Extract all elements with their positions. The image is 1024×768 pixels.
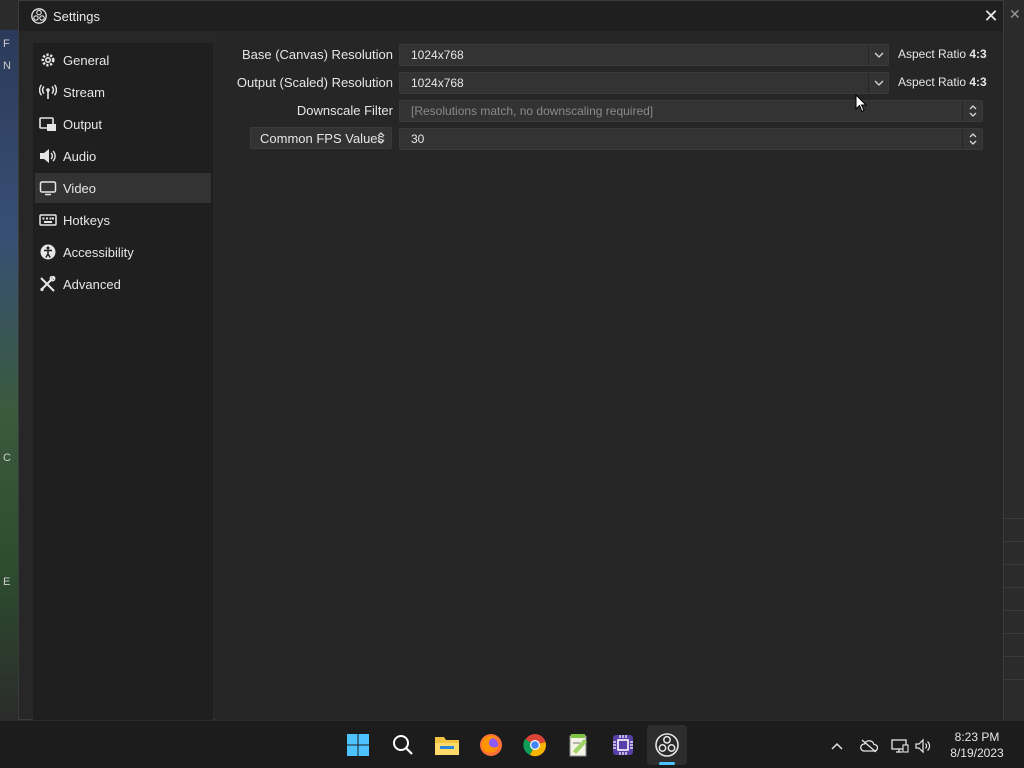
background-close-icon[interactable]: ✕ [1009,6,1021,23]
sidebar-item-general[interactable]: General [35,45,211,75]
base-resolution-value: 1024x768 [411,48,464,62]
chrome-icon[interactable] [521,731,549,759]
gear-icon [39,51,57,69]
antenna-icon [39,83,57,101]
sidebar-item-output[interactable]: Output [35,109,211,139]
background-edge-text: F [3,38,10,50]
taskbar: 8:23 PM 8/19/2023 [0,720,1024,768]
sidebar-item-label: Video [63,180,97,196]
volume-icon[interactable] [915,737,933,755]
chevron-up-icon[interactable] [828,737,846,755]
search-icon[interactable] [389,731,417,759]
background-edge-text: E [3,576,11,588]
background-row [1004,633,1024,656]
chevron-down-icon[interactable] [868,73,888,93]
window-title: Settings [53,9,100,24]
background-row [1004,610,1024,633]
obs-logo-icon [31,8,47,24]
accessibility-icon [39,243,57,261]
downscale-filter-value: [Resolutions match, no downscaling requi… [411,104,654,118]
output-resolution-combo[interactable]: 1024x768 [399,72,889,94]
close-icon[interactable]: ✕ [981,6,1001,26]
sidebar-item-audio[interactable]: Audio [35,141,211,171]
background-row [1004,679,1024,702]
sidebar-item-stream[interactable]: Stream [35,77,211,107]
sidebar-item-label: Audio [63,148,97,164]
settings-sidebar: General Stream Output Audio Video Hotkey… [33,43,213,721]
keyboard-icon [39,211,57,229]
sidebar-item-accessibility[interactable]: Accessibility [35,237,211,267]
background-row [1004,518,1024,541]
fps-type-select[interactable]: Common FPS Values [250,127,392,149]
downscale-filter-label: Downscale Filter [296,103,393,118]
firefox-icon[interactable] [477,731,505,759]
fps-value: 30 [411,132,425,146]
output-icon [39,115,57,133]
sidebar-item-label: Advanced [63,276,121,292]
title-bar: Settings ✕ [19,1,1003,31]
downscale-filter-select[interactable]: [Resolutions match, no downscaling requi… [399,100,983,122]
base-resolution-combo[interactable]: 1024x768 [399,44,889,66]
wrench-icon [39,275,57,293]
clock-date: 8/19/2023 [950,746,1004,760]
network-icon[interactable] [891,737,909,755]
background-row [1004,564,1024,587]
speaker-icon [39,147,57,165]
mouse-cursor-icon [855,93,868,116]
background-edge-text: N [3,60,11,72]
sidebar-item-label: General [63,52,110,68]
output-resolution-value: 1024x768 [411,76,464,90]
obs-icon[interactable] [653,731,681,759]
base-aspect-ratio: Aspect Ratio 4:3 [898,47,987,61]
sidebar-item-label: Hotkeys [63,212,110,228]
fps-type-value: Common FPS Values [260,131,385,146]
file-explorer-icon[interactable] [433,731,461,759]
cloud-offline-icon[interactable] [860,737,878,755]
updown-arrows-icon[interactable] [373,129,389,147]
clock-time: 8:23 PM [954,730,1000,744]
background-edge-text: C [3,452,11,464]
fps-value-select[interactable]: 30 [399,128,983,150]
updown-arrows-icon[interactable] [962,101,982,121]
base-resolution-label: Base (Canvas) Resolution [241,47,393,62]
system-clock[interactable]: 8:23 PM 8/19/2023 [942,729,1012,761]
windows-start-icon[interactable] [344,731,372,759]
cpu-z-icon[interactable] [609,731,637,759]
chevron-down-icon[interactable] [868,45,888,65]
updown-arrows-icon[interactable] [962,129,982,149]
output-aspect-ratio: Aspect Ratio 4:3 [898,75,987,89]
sidebar-item-video[interactable]: Video [35,173,211,203]
background-row [1004,656,1024,679]
sidebar-item-label: Output [63,116,103,132]
sidebar-item-label: Accessibility [63,244,134,260]
sidebar-item-hotkeys[interactable]: Hotkeys [35,205,211,235]
output-resolution-label: Output (Scaled) Resolution [236,75,393,90]
background-row [1004,541,1024,564]
background-app-right-strip: ✕ [1004,0,1024,720]
active-app-indicator [659,762,675,765]
notepad-plus-plus-icon[interactable] [565,731,593,759]
video-settings-panel: Base (Canvas) Resolution 1024x768 Aspect… [215,31,1003,721]
background-row [1004,587,1024,610]
sidebar-item-advanced[interactable]: Advanced [35,269,211,299]
monitor-icon [39,179,57,197]
sidebar-item-label: Stream [63,84,105,100]
